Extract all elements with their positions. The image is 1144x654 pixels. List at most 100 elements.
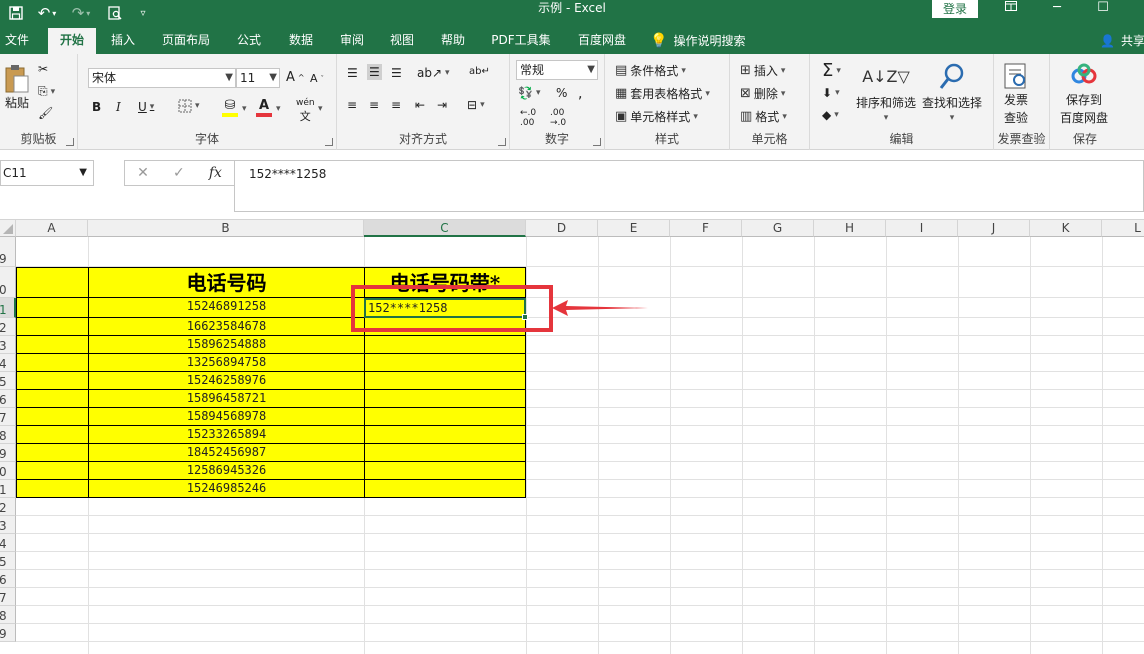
row-header[interactable]: 1 [0,480,16,498]
table-cell-phone[interactable]: 15246985246 [88,479,365,498]
table-cell-phone[interactable]: 15894568978 [88,407,365,426]
decrease-decimal-icon[interactable]: .00 →.0 [550,108,566,128]
phonetic-guide-icon[interactable]: wén 文 [296,98,315,124]
select-all-corner[interactable] [0,220,16,237]
sort-filter-button[interactable]: A↓Z▽ 排序和筛选 ▾ [856,62,916,123]
row-header[interactable]: 2 [0,318,16,336]
table-cell-phone[interactable]: 15233265894 [88,425,365,444]
row-header[interactable]: 9 [0,624,16,642]
row-header[interactable]: 8 [0,606,16,624]
increase-indent-icon[interactable]: ⇥ [437,98,447,112]
tab-help[interactable]: 帮助 [434,28,472,54]
table-cell-c[interactable] [364,461,526,480]
formula-input[interactable]: 152****1258 [234,160,1144,212]
minimize-icon[interactable]: ─ [1034,0,1080,18]
cell-a10[interactable] [16,267,89,298]
table-cell-c[interactable] [364,389,526,408]
tab-home[interactable]: 开始 [48,28,96,54]
column-header-i[interactable]: I [886,220,958,237]
login-button[interactable]: 登录 [932,0,978,18]
align-right-icon[interactable]: ≡ [391,98,401,112]
row-header[interactable]: 5 [0,552,16,570]
row-header[interactable]: 2 [0,498,16,516]
table-cell-a[interactable] [16,443,89,462]
wrap-text-icon[interactable]: ab↵ [469,66,490,77]
chevron-down-icon[interactable]: ▾ [276,104,281,114]
fill-color-icon[interactable]: ⛁ [222,98,238,117]
table-cell-c[interactable] [364,335,526,354]
row-header[interactable]: 6 [0,390,16,408]
row-header[interactable]: 3 [0,336,16,354]
ribbon-display-options-icon[interactable] [988,0,1034,18]
borders-icon[interactable]: ▾ [178,99,200,113]
table-cell-a[interactable] [16,425,89,444]
tab-file[interactable]: 文件 [0,28,34,54]
fill-icon[interactable]: ⬇ ▾ [822,86,840,100]
row-header[interactable]: 4 [0,354,16,372]
column-header-h[interactable]: H [814,220,886,237]
name-box[interactable]: C11 ▼ [0,160,94,186]
tab-view[interactable]: 视图 [383,28,421,54]
column-header-c[interactable]: C [364,220,526,237]
tell-me-search[interactable]: 💡 操作说明搜索 [650,28,760,54]
tab-review[interactable]: 审阅 [333,28,371,54]
table-cell-phone[interactable]: 16623584678 [88,317,365,336]
number-launcher-icon[interactable] [593,138,601,146]
table-cell-a[interactable] [16,389,89,408]
format-cells-button[interactable]: ▥ 格式 ▾ [740,108,787,125]
format-as-table-button[interactable]: ▦ 套用表格格式 ▾ [615,85,710,102]
row-header[interactable]: 5 [0,372,16,390]
row-header[interactable]: 8 [0,426,16,444]
table-cell-phone[interactable]: 15896254888 [88,335,365,354]
table-cell-a[interactable] [16,461,89,480]
insert-function-icon[interactable]: fx [209,165,222,181]
column-header-a[interactable]: A [16,220,88,237]
table-cell-c[interactable] [364,353,526,372]
find-select-button[interactable]: 查找和选择 ▾ [922,62,982,123]
table-cell-a[interactable] [16,335,89,354]
orientation-icon[interactable]: ab↗ ▾ [417,66,450,80]
tab-insert[interactable]: 插入 [104,28,142,54]
paste-button[interactable]: 粘贴 [4,64,30,111]
row-header[interactable]: 0 [0,462,16,480]
italic-button[interactable]: I [116,100,121,114]
column-header-b[interactable]: B [88,220,364,237]
tab-data[interactable]: 数据 [282,28,320,54]
table-cell-a[interactable] [16,297,89,318]
column-header-d[interactable]: D [526,220,598,237]
column-header-e[interactable]: E [598,220,670,237]
row-header[interactable]: 7 [0,408,16,426]
row-header[interactable]: 6 [0,570,16,588]
decrease-indent-icon[interactable]: ⇤ [415,98,425,112]
format-painter-icon[interactable]: 🖌 [38,106,53,120]
clear-icon[interactable]: ◆ ▾ [822,108,839,122]
row-header[interactable]: 4 [0,534,16,552]
tab-pdf-tools[interactable]: PDF工具集 [486,28,556,54]
column-header-g[interactable]: G [742,220,814,237]
tab-page-layout[interactable]: 页面布局 [156,28,216,54]
table-cell-phone[interactable]: 12586945326 [88,461,365,480]
row-header[interactable]: 9 [0,444,16,462]
column-header-f[interactable]: F [670,220,742,237]
table-cell-phone[interactable]: 15896458721 [88,389,365,408]
table-cell-phone[interactable]: 15246891258 [88,297,365,318]
merge-center-icon[interactable]: ⊟ ▾ [467,98,485,112]
column-header-l[interactable]: L [1102,220,1144,237]
accounting-format-icon[interactable]: 💱 ▾ [518,86,540,100]
row-header[interactable]: 3 [0,516,16,534]
cancel-icon[interactable]: ✕ [137,165,149,181]
insert-cells-button[interactable]: ⊞ 插入 ▾ [740,62,785,79]
align-bottom-icon[interactable]: ☰ [391,66,402,80]
row-header[interactable]: 0 [0,267,16,298]
percent-style-icon[interactable]: % [556,86,567,100]
cut-icon[interactable]: ✂ [38,62,48,76]
table-cell-a[interactable] [16,353,89,372]
comma-style-icon[interactable]: , [578,86,582,102]
table-cell-phone[interactable]: 18452456987 [88,443,365,462]
table-cell-c[interactable] [364,443,526,462]
table-cell-c[interactable] [364,371,526,390]
align-top-icon[interactable]: ☰ [347,66,358,80]
tab-formulas[interactable]: 公式 [230,28,268,54]
copy-icon[interactable]: ⎘ ▾ [38,84,55,99]
table-cell-c[interactable] [364,479,526,498]
